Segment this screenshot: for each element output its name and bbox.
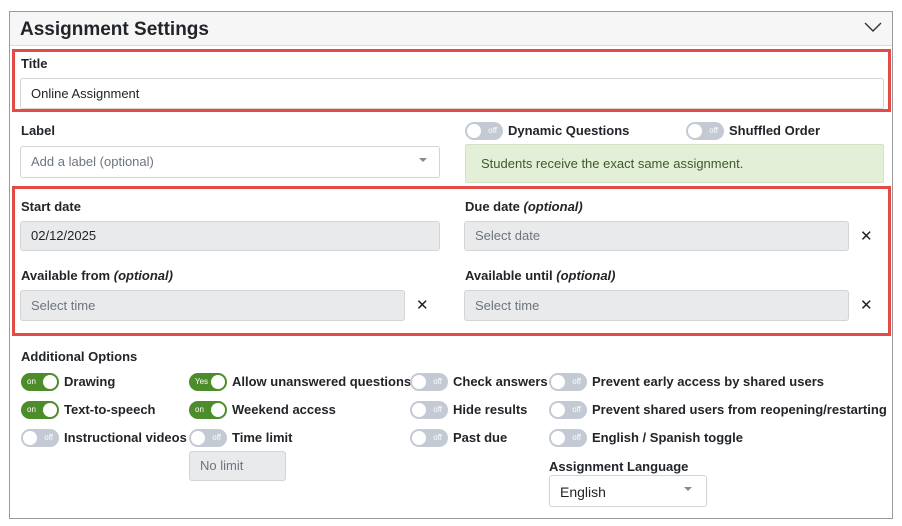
time-limit-label: Time limit [232,430,293,445]
due-date-label-text: Due date [465,199,520,214]
toggle-state-text: off [488,126,497,135]
available-until-label: Available until (optional) [465,268,616,283]
toggle-state-text: Yes [195,377,209,386]
toggle-state-text: off [433,377,442,386]
due-date-input[interactable]: Select date [464,221,849,251]
text-to-speech-toggle[interactable]: on [21,401,59,419]
title-label: Title [21,56,48,71]
prevent-reopening-label: Prevent shared users from reopening/rest… [592,402,887,417]
toggle-state-text: off [433,433,442,442]
toggle-knob [412,375,426,389]
instructional-videos-label: Instructional videos [64,430,187,445]
toggle-state-text: on [27,405,36,414]
shuffled-order-toggle[interactable]: off [686,122,724,140]
toggle-knob [688,124,702,138]
title-input[interactable]: Online Assignment [20,78,884,109]
text-to-speech-label: Text-to-speech [64,402,156,417]
shuffled-order-label: Shuffled Order [729,123,821,138]
prevent-early-access-toggle[interactable]: off [549,373,587,391]
dynamic-questions-toggle[interactable]: off [465,122,503,140]
chevron-down-icon[interactable] [864,20,882,34]
check-answers-toggle[interactable]: off [410,373,448,391]
prevent-reopening-toggle[interactable]: off [549,401,587,419]
start-date-input[interactable]: 02/12/2025 [20,221,440,251]
toggle-knob [551,375,565,389]
weekend-access-toggle[interactable]: on [189,401,227,419]
toggle-knob [43,403,57,417]
toggle-knob [551,431,565,445]
english-spanish-label: English / Spanish toggle [592,430,743,445]
english-spanish-toggle[interactable]: off [549,429,587,447]
toggle-state-text: off [572,405,581,414]
toggle-state-text: off [709,126,718,135]
assignment-language-select[interactable]: English [549,475,707,507]
toggle-knob [23,431,37,445]
drawing-toggle[interactable]: on [21,373,59,391]
clear-available-from-icon[interactable]: ✕ [416,298,429,313]
optional-text: (optional) [113,268,173,283]
dynamic-questions-label: Dynamic Questions [508,123,630,138]
additional-options-heading: Additional Options [21,349,138,364]
allow-unanswered-label: Allow unanswered questions [232,374,412,389]
hide-results-label: Hide results [453,402,528,417]
instructional-videos-toggle[interactable]: off [21,429,59,447]
toggle-state-text: off [572,377,581,386]
optional-text: (optional) [556,268,616,283]
toggle-knob [211,375,225,389]
toggle-knob [191,431,205,445]
panel-title: Assignment Settings [20,19,209,40]
toggle-knob [211,403,225,417]
weekend-access-label: Weekend access [232,402,336,417]
hide-results-toggle[interactable]: off [410,401,448,419]
toggle-state-text: off [433,405,442,414]
toggle-state-text: on [195,405,204,414]
past-due-toggle[interactable]: off [410,429,448,447]
clear-available-until-icon[interactable]: ✕ [860,298,873,313]
chevron-down-icon [419,158,427,162]
past-due-label: Past due [453,430,508,445]
prevent-early-access-label: Prevent early access by shared users [592,374,824,389]
toggle-state-text: off [212,433,221,442]
toggle-knob [43,375,57,389]
assignment-language-label: Assignment Language [549,459,689,474]
toggle-knob [551,403,565,417]
optional-text: (optional) [523,199,583,214]
start-date-label: Start date [21,199,81,214]
toggle-knob [412,403,426,417]
due-date-label: Due date (optional) [465,199,583,214]
toggle-knob [467,124,481,138]
toggle-state-text: on [27,377,36,386]
label-select[interactable]: Add a label (optional) [20,146,440,178]
info-message: Students receive the exact same assignme… [465,144,884,183]
toggle-state-text: off [44,433,53,442]
time-limit-toggle[interactable]: off [189,429,227,447]
panel-header[interactable]: Assignment Settings [10,12,892,46]
drawing-label: Drawing [64,374,116,389]
time-limit-input[interactable]: No limit [189,451,286,481]
available-from-input[interactable]: Select time [20,290,405,321]
toggle-state-text: off [572,433,581,442]
available-until-label-text: Available until [465,268,553,283]
available-from-label: Available from (optional) [21,268,173,283]
available-until-input[interactable]: Select time [464,290,849,321]
label-label: Label [21,123,55,138]
toggle-knob [412,431,426,445]
clear-due-date-icon[interactable]: ✕ [860,229,873,244]
check-answers-label: Check answers [453,374,548,389]
chevron-down-icon [684,487,692,491]
allow-unanswered-toggle[interactable]: Yes [189,373,227,391]
available-from-label-text: Available from [21,268,111,283]
